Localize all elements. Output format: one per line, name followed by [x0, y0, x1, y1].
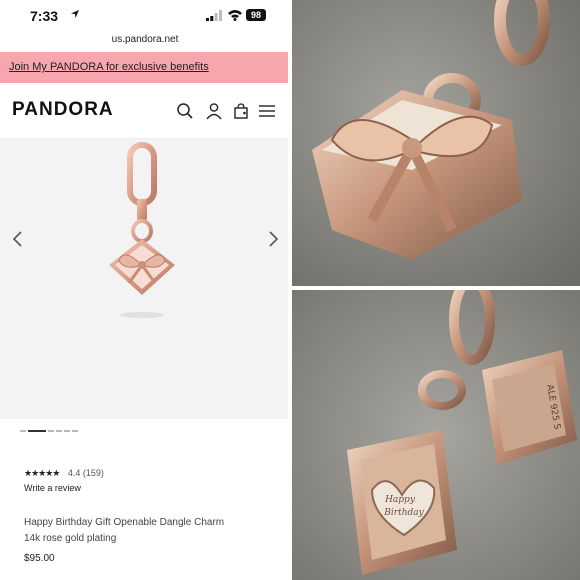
promo-banner[interactable]: Join My PANDORA for exclusive benefits [0, 52, 290, 83]
photo-open-charm: ALE 925 S Happy Birthday [292, 290, 580, 580]
shopping-bag-icon[interactable] [232, 102, 250, 120]
carousel-prev-icon[interactable] [10, 229, 26, 249]
menu-icon[interactable] [258, 102, 276, 120]
wifi-icon [228, 10, 242, 21]
photo-closed-charm [292, 0, 580, 286]
status-bar: 7:33 98 [0, 0, 290, 30]
product-title-line1: Happy Birthday Gift Openable Dangle Char… [24, 517, 225, 528]
pagination-dot[interactable] [56, 430, 62, 432]
phone-screenshot: 7:33 98 us.pandora.net Join My PANDORA f… [0, 0, 290, 580]
charm-product-image [109, 142, 175, 318]
pagination-dot[interactable] [20, 430, 26, 432]
pagination-dot[interactable] [72, 430, 78, 432]
pagination-dot[interactable] [48, 430, 54, 432]
account-icon[interactable] [205, 102, 223, 120]
rating-count: (159) [82, 468, 104, 478]
pandora-logo[interactable]: PANDORA [12, 99, 114, 121]
carousel-pagination [20, 430, 90, 434]
product-rating: ★★★★★ 4.4 (159) [24, 468, 104, 479]
heart-text-line1: Happy [384, 495, 416, 505]
heart-text-line2: Birthday [383, 508, 424, 518]
battery-indicator: 98 [246, 9, 266, 21]
rating-value: 4.4 [67, 468, 81, 478]
closed-charm-photo [292, 0, 580, 286]
search-icon[interactable] [176, 102, 194, 120]
open-charm-photo: ALE 925 S Happy Birthday [292, 290, 580, 580]
rating-stars: ★★★★★ [24, 468, 60, 478]
status-time: 7:33 [30, 8, 59, 24]
product-image-carousel[interactable] [0, 139, 290, 419]
promo-link[interactable]: Join My PANDORA for exclusive benefits [9, 61, 209, 73]
write-review-link[interactable]: Write a review [24, 483, 81, 493]
product-price: $95.00 [24, 553, 55, 564]
pagination-dot[interactable] [64, 430, 70, 432]
site-header: PANDORA [0, 84, 290, 139]
browser-url[interactable]: us.pandora.net [0, 34, 290, 45]
carousel-next-icon[interactable] [265, 229, 281, 249]
product-title-line2: 14k rose gold plating [24, 533, 117, 544]
pagination-dot-active[interactable] [28, 430, 46, 432]
cellular-signal-icon [206, 10, 222, 21]
location-arrow-icon [71, 10, 79, 18]
